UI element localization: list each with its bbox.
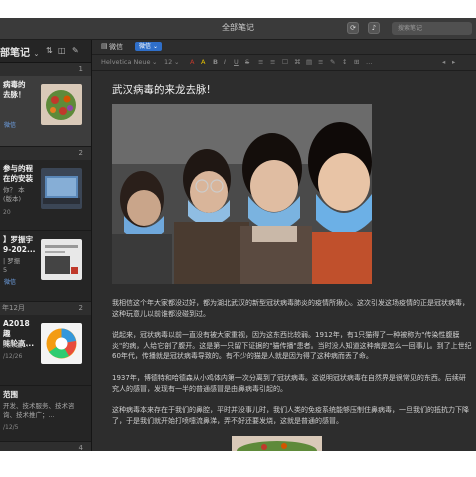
indent-icon[interactable]: ↕ xyxy=(342,58,347,66)
date-group: 年12月 2 xyxy=(0,302,91,315)
note-image xyxy=(112,104,372,284)
note-thumbnail xyxy=(41,168,82,209)
group-count: 2 xyxy=(78,149,83,157)
list-item[interactable]: 病毒的 去脉！ 微信 xyxy=(0,76,91,147)
group-count: 2 xyxy=(78,304,83,312)
date-group: 4 xyxy=(0,442,91,451)
note-list-sidebar: 部笔记 ⌄ ⇅ ◫ ✎ 1 病毒的 去脉！ 微信 2 参与的程 在的安装 你？ … xyxy=(0,40,92,451)
note-tag: 微信 xyxy=(4,122,17,129)
font-family-select[interactable]: Helvetica Neue xyxy=(101,58,151,66)
note-list-header: 部笔记 ⌄ ⇅ ◫ ✎ xyxy=(0,40,91,63)
title-bar: 全部笔记 ⟳ ♪ 搜索笔记 xyxy=(0,18,476,40)
search-input[interactable]: 搜索笔记 xyxy=(392,22,472,35)
new-note-icon[interactable]: ✎ xyxy=(72,46,81,55)
chevron-down-icon: ⌄ xyxy=(152,43,158,50)
note-title-heading[interactable]: 武汉病毒的来龙去脉! xyxy=(112,82,211,97)
scroll-left-icon[interactable]: ◂ xyxy=(442,58,445,66)
group-count: 1 xyxy=(78,65,83,73)
group-count: 4 xyxy=(78,444,83,451)
note-paragraph[interactable]: 我相信这个年大家都没过好，都为湖北武汉的新型冠状病毒肺炎的疫情所揪心。这次引发这… xyxy=(112,298,472,319)
underline-icon[interactable]: U xyxy=(234,58,239,66)
checkbox-icon[interactable]: ☐ xyxy=(282,58,288,66)
list-item[interactable]: 】罗振宇 9-202... | 罗振 5 微信 xyxy=(0,231,91,302)
note-thumbnail xyxy=(41,323,82,364)
note-list-title[interactable]: 部笔记 ⌄ xyxy=(0,44,39,59)
chevron-down-icon[interactable]: ⌄ xyxy=(174,58,179,66)
highlight-icon[interactable]: A xyxy=(201,58,205,66)
note-date: /12/5 xyxy=(3,424,19,431)
note-snippet: 开发、技术服务、技术咨 询、技术推广；... xyxy=(3,402,75,419)
font-size-select[interactable]: 12 xyxy=(164,58,172,66)
strikethrough-icon[interactable]: S xyxy=(245,58,249,66)
note-tag: 微信 xyxy=(4,279,17,286)
view-toggle-icon[interactable]: ◫ xyxy=(58,46,67,55)
table-icon[interactable]: ▤ xyxy=(306,58,312,66)
date-group: 2 xyxy=(0,147,91,160)
note-thumbnail xyxy=(41,239,82,280)
align-icon[interactable]: ≡ xyxy=(318,58,323,66)
notebook-icon: ▤ xyxy=(101,42,108,50)
list-item[interactable]: A2018趣 味轮高... 风神曲... /12/26 xyxy=(0,315,91,386)
note-paragraph[interactable]: 这种病毒本来存在于我们的鼻腔，平时并没事儿时，我们人类的免疫系统能够压制住鼻病毒… xyxy=(112,405,472,426)
format-toolbar: Helvetica Neue ⌄ 12 ⌄ A A B I U S ≡ ≡ ☐ … xyxy=(92,55,476,71)
note-title: 参与的程 在的安装 xyxy=(3,164,33,183)
scroll-right-icon[interactable]: ▸ xyxy=(452,58,455,66)
note-snippet: | 罗振 5 xyxy=(3,257,21,274)
note-editor: ▤ 微信 微信 ⌄ Helvetica Neue ⌄ 12 ⌄ A A B I … xyxy=(92,40,476,451)
bullet-list-icon[interactable]: ≡ xyxy=(258,58,263,66)
notification-bell-icon[interactable]: ♪ xyxy=(368,22,380,34)
pen-icon[interactable]: ✎ xyxy=(330,58,335,66)
insert-icon[interactable]: ⊞ xyxy=(354,58,359,66)
note-snippet: 风神曲... xyxy=(3,341,29,349)
list-item[interactable]: 范围 开发、技术服务、技术咨 询、技术推广；... /12/5 xyxy=(0,386,91,442)
note-image-partial xyxy=(232,436,322,451)
note-date: /12/26 xyxy=(3,353,23,360)
chevron-down-icon[interactable]: ⌄ xyxy=(152,58,157,66)
chevron-down-icon[interactable]: ⌄ xyxy=(33,50,39,58)
link-icon[interactable]: ⌘ xyxy=(294,58,301,66)
note-paragraph[interactable]: 1937年，博德特和哈德森从小鸡体内第一次分离到了冠状病毒。这说明冠状病毒在自然… xyxy=(112,373,472,394)
sync-icon[interactable]: ⟳ xyxy=(347,22,359,34)
date-group: 1 xyxy=(0,63,91,76)
note-date: 20 xyxy=(3,209,11,216)
note-title: 范围 xyxy=(3,390,18,399)
bold-icon[interactable]: B xyxy=(213,58,218,66)
numbered-list-icon[interactable]: ≡ xyxy=(270,58,275,66)
note-title: 】罗振宇 9-202... xyxy=(3,235,36,254)
note-meta-bar: ▤ 微信 微信 ⌄ xyxy=(92,40,476,55)
sort-icon[interactable]: ⇅ xyxy=(46,46,55,55)
evernote-window: 全部笔记 ⟳ ♪ 搜索笔记 部笔记 ⌄ ⇅ ◫ ✎ 1 病毒的 去脉！ 微信 2… xyxy=(0,18,476,451)
list-item[interactable]: 参与的程 在的安装 你？ 本 (版本) 20 xyxy=(0,160,91,231)
note-title: 病毒的 去脉！ xyxy=(3,80,26,99)
more-icon[interactable]: … xyxy=(366,58,373,66)
note-snippet: 你？ 本 (版本) xyxy=(3,186,25,203)
notebook-selector[interactable]: 微信 xyxy=(109,42,123,52)
italic-icon[interactable]: I xyxy=(224,58,226,66)
tag-chip[interactable]: 微信 ⌄ xyxy=(135,42,162,51)
note-paragraph[interactable]: 说起来，冠状病毒以前一直没有被大家重视，因为这东西比较弱。1912年，有1只猫得… xyxy=(112,330,472,362)
note-thumbnail xyxy=(41,84,82,125)
text-color-icon[interactable]: A xyxy=(190,58,194,66)
